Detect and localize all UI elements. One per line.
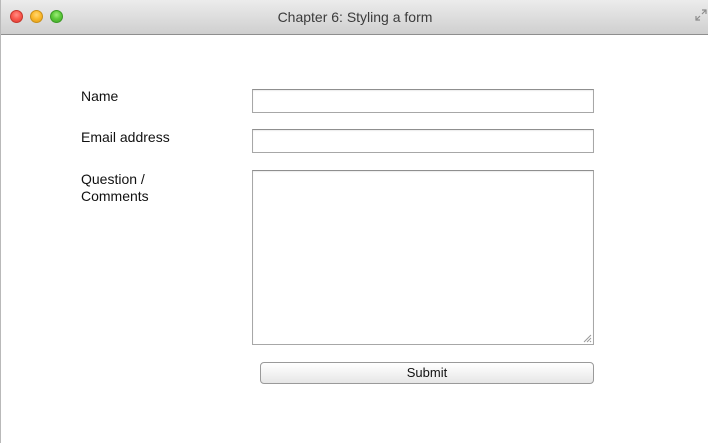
name-label: Name bbox=[81, 88, 119, 104]
comments-textarea[interactable] bbox=[252, 170, 594, 345]
resize-grip-icon[interactable] bbox=[583, 334, 592, 343]
comments-label-line1: Question / bbox=[81, 171, 145, 187]
submit-button[interactable]: Submit bbox=[260, 362, 594, 384]
name-input[interactable] bbox=[252, 89, 594, 113]
browser-window: Chapter 6: Styling a form Name Email add… bbox=[0, 0, 708, 443]
email-input[interactable] bbox=[252, 129, 594, 153]
comments-label-line2: Comments bbox=[81, 188, 149, 204]
comments-label: Question / Comments bbox=[81, 171, 149, 205]
email-label: Email address bbox=[81, 129, 170, 145]
title-bar[interactable]: Chapter 6: Styling a form bbox=[1, 0, 708, 35]
fullscreen-icon[interactable] bbox=[695, 9, 707, 21]
window-title: Chapter 6: Styling a form bbox=[277, 9, 433, 25]
